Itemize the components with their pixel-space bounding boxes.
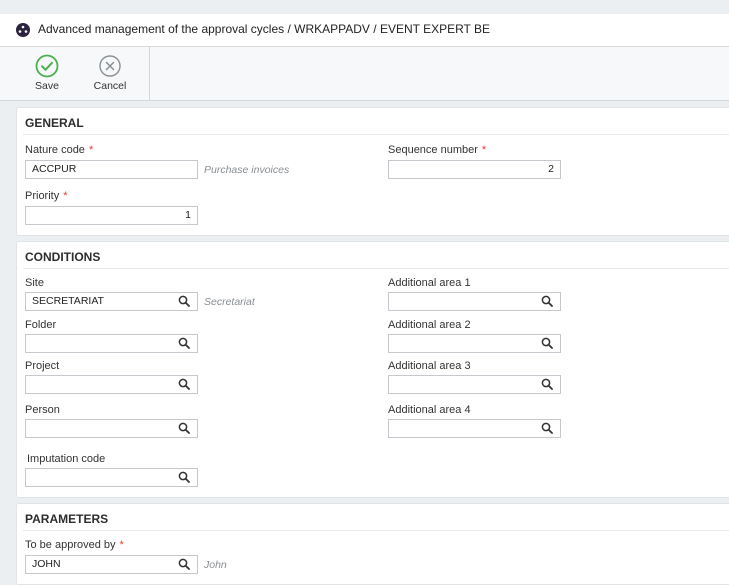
additional-area-4-label: Additional area 4 xyxy=(388,404,471,416)
additional-area-1-input[interactable] xyxy=(388,292,561,311)
sequence-number-input[interactable]: 2 xyxy=(388,160,561,179)
window-titlebar: Advanced management of the approval cycl… xyxy=(0,14,729,47)
person-label: Person xyxy=(25,404,60,416)
additional-area-1-label: Additional area 1 xyxy=(388,277,471,289)
action-toolbar: Save Cancel xyxy=(0,47,729,101)
required-marker: * xyxy=(88,144,94,156)
app-logo-icon xyxy=(16,23,30,37)
to-be-approved-by-input[interactable]: JOHN xyxy=(25,555,198,574)
search-icon[interactable] xyxy=(178,422,190,434)
site-description: Secretariat xyxy=(204,296,255,308)
parameters-section: PARAMETERS To be approved by * JOHN John xyxy=(16,503,729,585)
person-input[interactable] xyxy=(25,419,198,438)
to-be-approved-by-label: To be approved by * xyxy=(25,539,124,551)
additional-area-2-label: Additional area 2 xyxy=(388,319,471,331)
project-input[interactable] xyxy=(25,375,198,394)
folder-input[interactable] xyxy=(25,334,198,353)
site-input[interactable]: SECRETARIAT xyxy=(25,292,198,311)
window-title: Advanced management of the approval cycl… xyxy=(38,22,490,36)
search-icon[interactable] xyxy=(541,378,553,390)
folder-label: Folder xyxy=(25,319,57,331)
section-divider xyxy=(23,530,729,531)
imputation-code-input[interactable] xyxy=(25,468,198,487)
conditions-section-title: CONDITIONS xyxy=(25,250,101,264)
cancel-label: Cancel xyxy=(93,80,127,92)
section-divider xyxy=(23,268,729,269)
save-button[interactable]: Save xyxy=(24,47,70,100)
sequence-number-label: Sequence number * xyxy=(388,144,487,156)
search-icon[interactable] xyxy=(178,471,190,483)
parameters-section-title: PARAMETERS xyxy=(25,512,109,526)
toolbar-separator xyxy=(149,47,150,100)
cancel-button[interactable]: Cancel xyxy=(87,47,133,100)
additional-area-4-input[interactable] xyxy=(388,419,561,438)
site-label: Site xyxy=(25,277,44,289)
project-label: Project xyxy=(25,360,60,372)
search-icon[interactable] xyxy=(541,422,553,434)
required-marker: * xyxy=(119,539,124,551)
general-section-title: GENERAL xyxy=(25,116,84,130)
imputation-code-label: Imputation code xyxy=(27,453,106,465)
approver-description: John xyxy=(204,559,227,571)
checkmark-circle-icon xyxy=(35,54,59,78)
save-label: Save xyxy=(35,80,59,92)
search-icon[interactable] xyxy=(541,337,553,349)
additional-area-3-label: Additional area 3 xyxy=(388,360,471,372)
search-icon[interactable] xyxy=(178,337,190,349)
nature-code-label: Nature code * xyxy=(25,144,94,156)
search-icon[interactable] xyxy=(178,558,190,570)
section-divider xyxy=(23,134,729,135)
additional-area-2-input[interactable] xyxy=(388,334,561,353)
search-icon[interactable] xyxy=(178,295,190,307)
nature-code-description: Purchase invoices xyxy=(204,164,290,176)
conditions-section: CONDITIONS Site SECRETARIAT Secretariat … xyxy=(16,241,729,498)
required-marker: * xyxy=(481,144,487,156)
required-marker: * xyxy=(63,190,68,202)
search-icon[interactable] xyxy=(178,378,190,390)
search-icon[interactable] xyxy=(541,295,553,307)
priority-input[interactable]: 1 xyxy=(25,206,198,225)
nature-code-input[interactable]: ACCPUR xyxy=(25,160,198,179)
x-circle-icon xyxy=(99,55,121,77)
priority-label: Priority * xyxy=(25,190,68,202)
additional-area-3-input[interactable] xyxy=(388,375,561,394)
general-section: GENERAL Nature code * ACCPUR Purchase inv… xyxy=(16,107,729,236)
